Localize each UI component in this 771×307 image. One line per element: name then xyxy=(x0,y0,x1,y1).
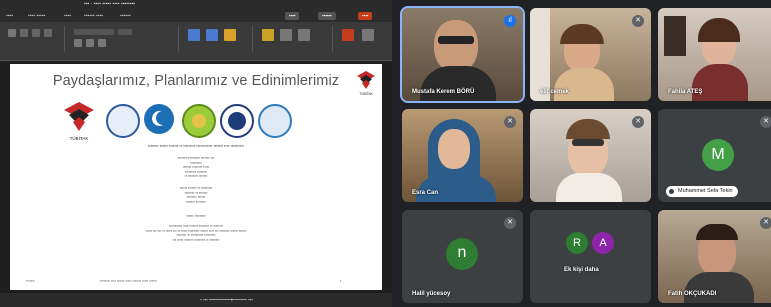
pin-icon xyxy=(669,189,674,194)
copy-icon[interactable] xyxy=(32,29,40,37)
slide-footer: ▪▪▪▪▪▪▪ ▪▪▪▪▪▪▪▪ ▪▪▪▪ ▪▪▪▪▪▪ ▪▪▪▪▪ ▪▪▪▪▪… xyxy=(26,279,342,283)
mic-muted-icon: ✕ xyxy=(632,15,644,27)
ribbon-group xyxy=(336,26,386,52)
participant-avatar: n xyxy=(446,238,478,270)
ppt-ribbon xyxy=(0,22,392,61)
italic-icon[interactable] xyxy=(86,39,94,47)
ribbon-tab[interactable]: ▪▪▪▪ xyxy=(64,13,71,19)
slide-text-block: ▪▪▪▪▪▪ ▪▪▪▪▪▪▪ ▪▪ ▪▪▪▪▪▪▪▪▪ ▪▪▪▪▪▪▪▪ ▪▪ … xyxy=(179,186,213,204)
glasses xyxy=(438,36,474,44)
ribbon-tab[interactable]: ▪▪▪▪▪▪ xyxy=(120,13,131,19)
participant-name: Fatih OKÇUKADI xyxy=(668,291,717,297)
shapes-icon[interactable] xyxy=(224,29,236,41)
more-participants-tile[interactable]: R A Ek kişi daha xyxy=(530,210,651,303)
more-participants-label: Ek kişi daha xyxy=(564,267,599,273)
ribbon-action-button[interactable]: ▪▪▪▪ xyxy=(285,12,300,20)
participant-tile[interactable]: ✕ elif cemek xyxy=(530,8,651,101)
tubitak-caption: TÜBİTAK xyxy=(359,91,373,96)
blue-seal-logo xyxy=(220,104,254,138)
slide-text-block: ▪▪▪▪▪▪▪▪▪ ▪▪▪▪▪▪▪▪ ▪▪▪▪▪▪▪ ▪▪▪ ▪▪▪▪▪▪▪▪▪… xyxy=(177,156,215,179)
cut-icon[interactable] xyxy=(20,29,28,37)
glasses xyxy=(572,139,604,146)
ribbon-action-button[interactable]: ▪▪▪▪▪▪ xyxy=(318,12,336,20)
participant-name: Mustafa Kerem BÖRÜ xyxy=(412,89,475,95)
shared-screen: ▪▪▪ · ▪▪▪▪ ▪▪▪▪▪ ▪▪▪▪ ▪▪▪▪▪▪▪▪ ▪▪▪▪ ▪▪▪▪… xyxy=(0,0,392,307)
arrange-icon[interactable] xyxy=(262,29,274,41)
paste-icon[interactable] xyxy=(8,29,16,37)
share-button[interactable]: ▪▪▪▪ xyxy=(358,12,373,20)
participant-tile[interactable]: n ✕ Halil yücesoy xyxy=(402,210,523,303)
participant-avatar: A xyxy=(592,232,614,254)
font-size-select[interactable] xyxy=(118,29,132,35)
designer-icon[interactable] xyxy=(362,29,374,41)
tubitak-caption: TÜBİTAK xyxy=(70,135,89,141)
participant-name: elif cemek xyxy=(540,89,570,95)
ribbon-group xyxy=(4,26,65,52)
format-painter-icon[interactable] xyxy=(44,29,52,37)
tubitak-logo: TÜBİTAK xyxy=(357,71,375,96)
participant-avatar: R xyxy=(566,232,588,254)
ribbon-group xyxy=(256,26,333,52)
green-seal-logo xyxy=(182,104,216,138)
participant-tile[interactable]: ✕ Fatih OKÇUKADI xyxy=(658,210,771,303)
mic-muted-icon: ✕ xyxy=(760,116,771,128)
underline-icon[interactable] xyxy=(98,39,106,47)
ribbon-tab[interactable]: ▪▪▪▪ ▪▪▪▪▪ xyxy=(28,13,45,19)
participant-name: Muhammet Sefa Tekin xyxy=(666,186,738,197)
ribbon-group xyxy=(68,26,179,52)
ribbon-group xyxy=(182,26,253,52)
new-slide-icon[interactable] xyxy=(188,29,200,41)
ppt-status-bar: ▪ ▪▪▪ ━━━━━━━━●━━━━━ ▪▪▪ xyxy=(0,293,392,307)
wall-painting xyxy=(664,16,686,56)
participant-tile[interactable]: ıl Mustafa Kerem BÖRÜ xyxy=(400,6,525,103)
zoom-slider[interactable]: ▪ ▪▪▪ ━━━━━━━━●━━━━━ ▪▪▪ xyxy=(200,297,253,303)
font-select[interactable] xyxy=(74,29,114,35)
find-icon[interactable] xyxy=(280,29,292,41)
mic-muted-icon: ✕ xyxy=(760,217,771,229)
bold-icon[interactable] xyxy=(74,39,82,47)
participant-tile[interactable]: Fahila ATEŞ xyxy=(658,8,771,101)
participant-tile[interactable]: ✕ Esra Can xyxy=(402,109,523,202)
ribbon-tab[interactable]: ▪▪▪▪▪▪ ▪▪▪▪ xyxy=(84,13,103,19)
ppt-window-title: ▪▪▪ · ▪▪▪▪ ▪▪▪▪▪ ▪▪▪▪ ▪▪▪▪▪▪▪▪ xyxy=(84,1,136,7)
dictate-icon[interactable] xyxy=(342,29,354,41)
participant-tile[interactable]: M ✕ Muhammet Sefa Tekin xyxy=(658,109,771,202)
participant-face xyxy=(434,20,478,72)
participant-name: Halil yücesoy xyxy=(412,291,451,297)
participant-name: Esra Can xyxy=(412,190,439,196)
slide-subtitle: ▪▪▪▪▪▪▪▪ ▪▪▪▪▪▪ ▪▪▪▪▪▪▪ ▪▪ ▪▪▪▪▪▪▪▪▪ ▪▪▪… xyxy=(148,144,244,148)
ppt-ribbon-tabs: ▪▪▪▪ ▪▪▪▪ ▪▪▪▪▪ ▪▪▪▪ ▪▪▪▪▪▪ ▪▪▪▪ ▪▪▪▪▪▪ … xyxy=(0,10,392,22)
slide-text-block: ▪▪▪▪▪▪▪▪▪▪▪ ▪▪▪▪ ▪▪▪▪▪▪▪ ▪▪▪▪▪▪▪▪ ▪▪ ▪▪▪… xyxy=(145,224,247,242)
participant-avatar: M xyxy=(702,139,734,171)
participant-tile[interactable]: ✕ xyxy=(530,109,651,202)
crescent-logo xyxy=(144,104,174,134)
mic-muted-icon: ✕ xyxy=(504,116,516,128)
light-blue-seal-logo xyxy=(258,104,292,138)
mic-muted-icon: ✕ xyxy=(632,116,644,128)
university-seal-logo xyxy=(106,104,140,138)
mic-muted-icon: ✕ xyxy=(504,217,516,229)
participant-face xyxy=(438,129,470,169)
slide-title: Paydaşlarımız, Planlarımız ve Edinimleri… xyxy=(52,73,340,89)
participant-name: Fahila ATEŞ xyxy=(668,89,703,95)
ppt-title-bar: ▪▪▪ · ▪▪▪▪ ▪▪▪▪▪ ▪▪▪▪ ▪▪▪▪▪▪▪▪ xyxy=(0,0,392,10)
ribbon-tab[interactable]: ▪▪▪▪ xyxy=(6,13,13,19)
replace-icon[interactable] xyxy=(298,29,310,41)
slide: Paydaşlarımız, Planlarımız ve Edinimleri… xyxy=(10,64,382,290)
tubitak-logo: TÜBİTAK xyxy=(64,102,94,141)
slide-text-block: ▪▪▪▪▪▪ ▪▪▪▪▪▪▪▪▪ xyxy=(186,214,206,218)
layout-icon[interactable] xyxy=(206,29,218,41)
speaking-indicator-icon: ıl xyxy=(504,15,516,27)
